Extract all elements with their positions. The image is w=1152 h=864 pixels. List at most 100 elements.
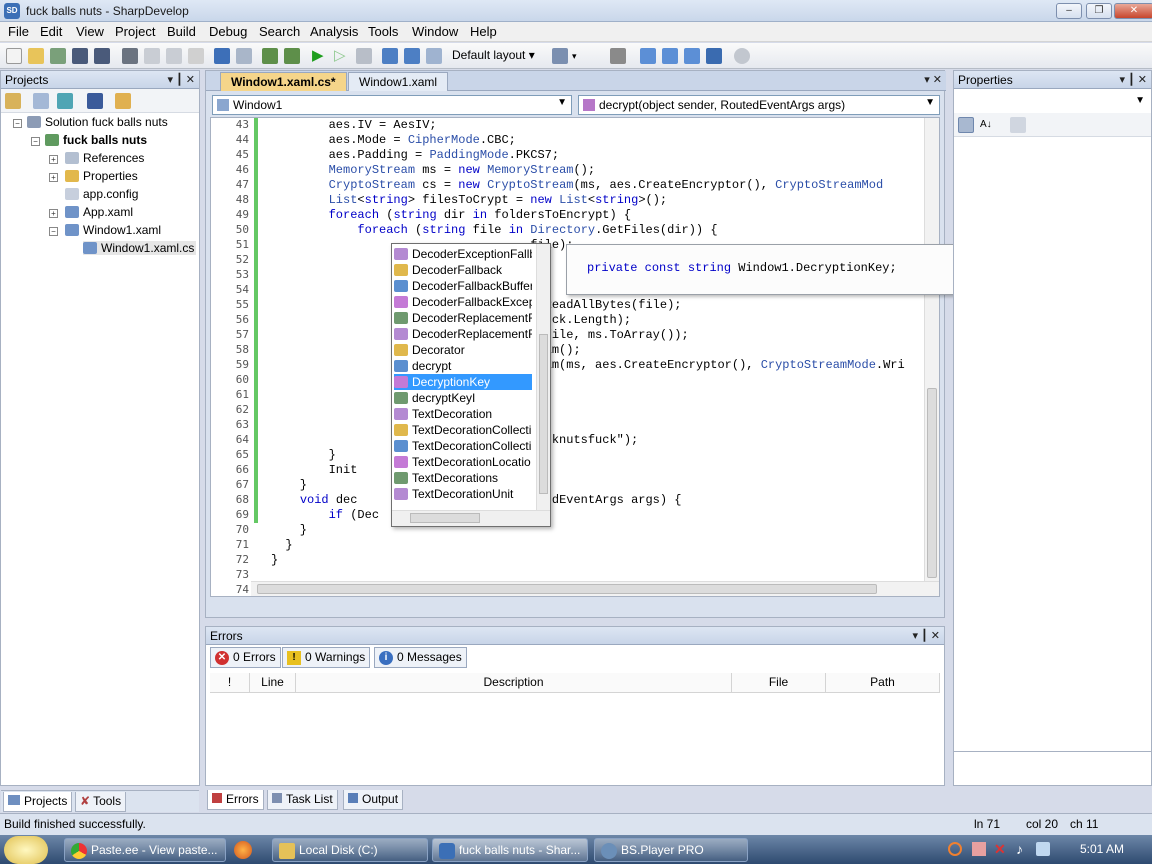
tree-item-window1-xaml[interactable]: Window1.xaml [65, 223, 161, 237]
taskbar-button-bsplayer[interactable]: BS.Player PRO [594, 838, 748, 862]
code-line[interactable]: } [271, 538, 292, 552]
show-all-files-icon[interactable] [115, 93, 131, 109]
menu-debug[interactable]: Debug [207, 24, 249, 39]
tree-expander[interactable]: − [13, 119, 22, 128]
completion-item[interactable]: decryptKeyI [394, 390, 532, 406]
menu-edit[interactable]: Edit [38, 24, 64, 39]
tab-projects[interactable]: Projects [3, 792, 73, 812]
tab-window1-xaml[interactable]: Window1.xaml [348, 72, 449, 91]
menu-analysis[interactable]: Analysis [308, 24, 360, 39]
comment-icon[interactable] [640, 48, 656, 64]
tree-expander[interactable]: − [49, 227, 58, 236]
code-line[interactable]: aes.Mode = CipherMode.CBC; [271, 133, 516, 147]
save-all-icon[interactable] [94, 48, 110, 64]
completion-item[interactable]: Decorator [394, 342, 532, 358]
messages-filter-button[interactable]: i 0 Messages [374, 647, 467, 668]
menu-view[interactable]: View [74, 24, 106, 39]
network-warning-icon[interactable]: ✕ [994, 841, 1006, 858]
build-icon[interactable] [262, 48, 278, 64]
tree-item-references[interactable]: References [65, 151, 144, 165]
new-file-icon[interactable] [6, 48, 22, 64]
maximize-button[interactable]: ❐ [1086, 3, 1112, 19]
search-tray-icon[interactable] [948, 842, 962, 856]
completion-item[interactable]: DecoderFallbackBuffer [394, 278, 532, 294]
copy-icon[interactable] [144, 48, 160, 64]
layout-dropdown[interactable]: Default layout ▾ [452, 48, 535, 62]
undo-icon[interactable] [214, 48, 230, 64]
tab-tools[interactable]: ✘ Tools [75, 792, 127, 812]
horizontal-scrollbar[interactable] [251, 581, 939, 596]
add-item-icon[interactable] [33, 93, 49, 109]
code-line[interactable]: CryptoStream cs = new CryptoStream(ms, a… [271, 178, 884, 192]
tree-item-app-config[interactable]: app.config [65, 187, 138, 201]
tree-item-properties[interactable]: Properties [65, 169, 138, 183]
tree-item-solution[interactable]: Solution fuck balls nuts [27, 115, 168, 129]
redo-icon[interactable] [236, 48, 252, 64]
delete-icon[interactable] [188, 48, 204, 64]
column-header-line[interactable]: Line [250, 673, 296, 693]
tab-window1-xaml-cs[interactable]: Window1.xaml.cs* [220, 72, 347, 91]
bookmark-icon[interactable] [552, 48, 568, 64]
column-header-path[interactable]: Path [826, 673, 940, 693]
completion-h-scrollbar[interactable] [392, 510, 550, 526]
errors-filter-button[interactable]: ✕ 0 Errors [210, 647, 281, 668]
column-header-severity[interactable]: ! [210, 673, 250, 693]
code-line[interactable]: aes.Padding = PaddingMode.PKCS7; [271, 148, 559, 162]
properties-icon[interactable] [87, 93, 103, 109]
completion-item[interactable]: DecoderFallbackExcept [394, 294, 532, 310]
tray-icon[interactable] [972, 842, 986, 856]
navigate-icon[interactable] [706, 48, 722, 64]
close-button[interactable]: ✕ [1114, 3, 1152, 19]
volume-icon[interactable]: ♪ [1016, 841, 1023, 857]
pad-buttons[interactable]: ▾ ┃ ✕ [168, 71, 195, 89]
code-line[interactable]: aes.IV = AesIV; [271, 118, 437, 132]
properties-object-combo[interactable]: ▼ [956, 93, 1149, 111]
run-icon[interactable]: ▶ [312, 48, 328, 64]
open-file-icon[interactable] [28, 48, 44, 64]
taskbar-button-chrome[interactable]: Paste.ee - View paste... [64, 838, 226, 862]
tree-item-app-xaml[interactable]: App.xaml [65, 205, 133, 219]
code-line[interactable]: } [271, 478, 307, 492]
menu-tools[interactable]: Tools [366, 24, 400, 39]
completion-item[interactable]: TextDecorationLocatio [394, 454, 532, 470]
open-folder-icon[interactable] [5, 93, 21, 109]
taskbar-button-explorer[interactable]: Local Disk (C:) [272, 838, 428, 862]
tray-icon[interactable] [1036, 842, 1050, 856]
tree-expander[interactable]: + [49, 173, 58, 182]
warnings-filter-button[interactable]: ! 0 Warnings [282, 647, 371, 668]
tree-expander[interactable]: + [49, 155, 58, 164]
menu-search[interactable]: Search [257, 24, 302, 39]
tab-errors[interactable]: Errors [207, 790, 264, 810]
code-line[interactable]: ream(ms, aes.CreateEncryptor(), CryptoSt… [271, 358, 904, 372]
menu-file[interactable]: File [6, 24, 31, 39]
tree-expander[interactable]: + [49, 209, 58, 218]
indent-icon[interactable] [684, 48, 700, 64]
code-line[interactable]: Init [271, 463, 358, 477]
code-editor[interactable]: 43 44 45 46 47 48 49 50 51 52 53 54 55 56 57 58 59 60 61 62… [210, 117, 940, 597]
tab-output[interactable]: Output [343, 790, 404, 810]
outline-icon[interactable] [610, 48, 626, 64]
vertical-scrollbar[interactable] [924, 118, 939, 583]
clock[interactable]: 5:01 AM [1080, 842, 1124, 856]
code-line[interactable]: if (Dec [271, 508, 379, 522]
completion-scrollbar[interactable] [536, 244, 550, 510]
code-line[interactable]: } [271, 448, 336, 462]
completion-item[interactable]: TextDecorations [394, 470, 532, 486]
completion-item[interactable]: DecoderReplacementF [394, 310, 532, 326]
member-combo[interactable]: decrypt(object sender, RoutedEventArgs a… [578, 95, 940, 115]
start-button[interactable] [4, 836, 48, 864]
paste-icon[interactable] [166, 48, 182, 64]
code-line[interactable]: List<string> filesToCrypt = new List<str… [271, 193, 668, 207]
taskbar-button-sharpdevelop[interactable]: fuck balls nuts - Shar... [432, 838, 588, 862]
completion-item[interactable]: TextDecoration [394, 406, 532, 422]
run-without-debug-icon[interactable]: ▷ [334, 48, 350, 64]
save-icon[interactable] [72, 48, 88, 64]
completion-item[interactable]: TextDecorationUnit [394, 486, 532, 502]
code-line[interactable]: foreach (string dir in foldersToEncrypt)… [271, 208, 632, 222]
sort-alpha-icon[interactable]: A↓ [980, 117, 996, 133]
stop-icon[interactable] [356, 48, 372, 64]
column-header-file[interactable]: File [732, 673, 826, 693]
menu-window[interactable]: Window [410, 24, 460, 39]
pad-buttons[interactable]: ▾ ┃ ✕ [1120, 71, 1147, 89]
firefox-icon[interactable] [234, 841, 252, 859]
